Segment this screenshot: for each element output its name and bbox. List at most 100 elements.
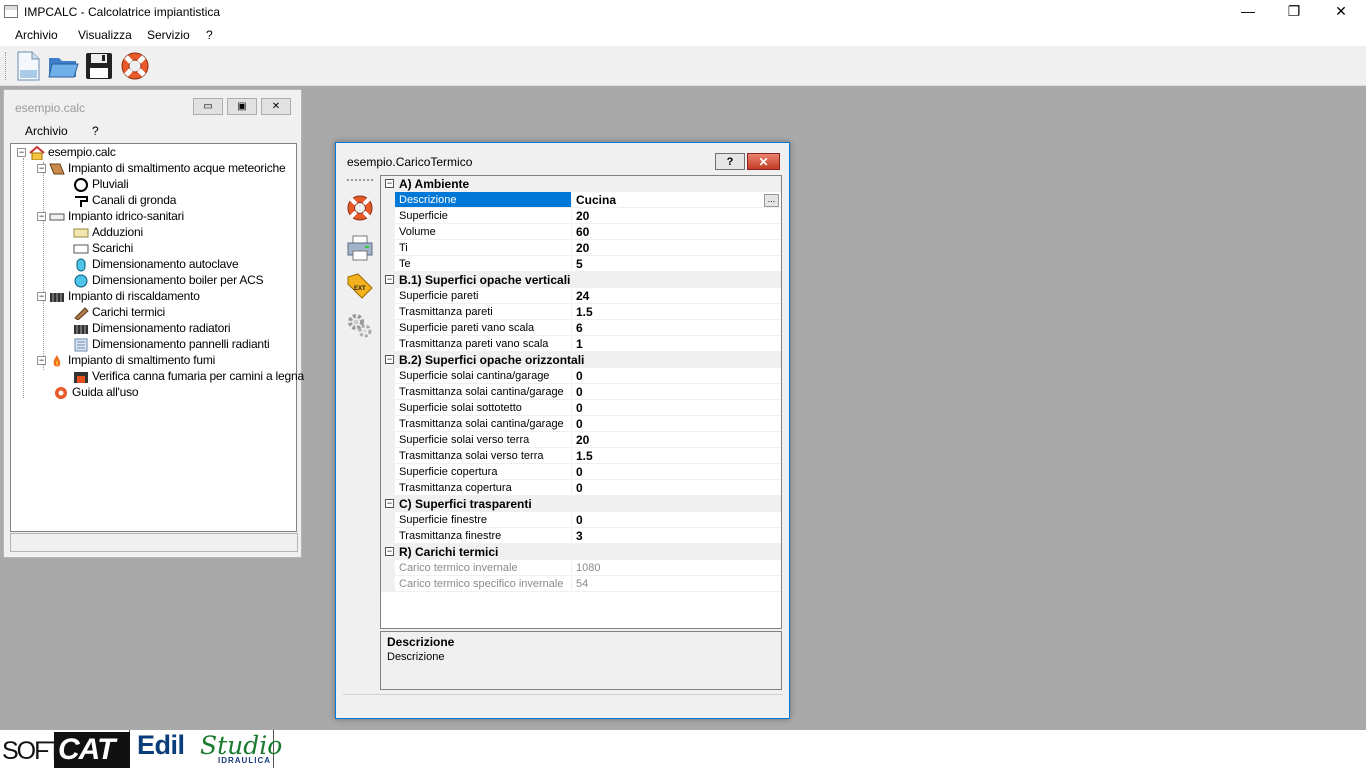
settings-gears-icon[interactable] [345, 311, 375, 341]
explorer-menu-archivio[interactable]: Archivio [25, 124, 68, 138]
category-opache-verticali[interactable]: − B.1) Superfici opache verticali [381, 272, 781, 288]
explorer-title: esempio.calc [15, 101, 86, 115]
tree-item-acque-meteoriche[interactable]: − Impianto di smaltimento acque meteorich… [37, 160, 286, 176]
collapse-toggle[interactable]: − [385, 547, 394, 556]
prop-name: Descrizione [395, 192, 572, 208]
prop-superficie-solai-sottotetto[interactable]: Superficie solai sottotetto 0 [381, 400, 781, 416]
restore-button[interactable]: ❐ [1271, 0, 1317, 22]
prop-value-input[interactable]: 0 [573, 512, 781, 528]
tree-root[interactable]: − esempio.calc [17, 144, 116, 160]
category-opache-orizzontali[interactable]: − B.2) Superfici opache orizzontali [381, 352, 781, 368]
collapse-toggle[interactable]: − [37, 292, 46, 302]
ellipsis-button[interactable]: ... [764, 194, 779, 207]
new-file-icon[interactable] [12, 50, 44, 82]
prop-te[interactable]: Te 5 [381, 256, 781, 272]
tree-item-adduzioni[interactable]: Adduzioni [73, 224, 143, 240]
menu-help[interactable]: ? [206, 28, 213, 42]
prop-value-input[interactable]: 20 [573, 208, 781, 224]
collapse-toggle[interactable]: − [385, 179, 394, 188]
prop-value-input[interactable]: 20 [573, 240, 781, 256]
prop-trasmittanza-solai-cantina[interactable]: Trasmittanza solai cantina/garage 0 [381, 384, 781, 400]
prop-value-input[interactable]: 0 [573, 416, 781, 432]
export-tag-icon[interactable]: EXT [345, 271, 375, 301]
prop-trasmittanza-pareti[interactable]: Trasmittanza pareti 1.5 [381, 304, 781, 320]
category-ambiente[interactable]: − A) Ambiente [381, 176, 781, 192]
menu-archivio[interactable]: Archivio [15, 28, 58, 42]
prop-superficie-pareti-vano-scala[interactable]: Superficie pareti vano scala 6 [381, 320, 781, 336]
tree-item-idrico-sanitari[interactable]: − Impianto idrico-sanitari [37, 208, 184, 224]
prop-value-input[interactable]: 6 [573, 320, 781, 336]
prop-trasmittanza-finestre[interactable]: Trasmittanza finestre 3 [381, 528, 781, 544]
tree-item-guida[interactable]: Guida all'uso [53, 384, 139, 400]
property-grid: − A) Ambiente Descrizione Cucina ... Super… [380, 175, 782, 629]
menu-servizio[interactable]: Servizio [147, 28, 190, 42]
tree-item-smaltimento-fumi[interactable]: − Impianto di smaltimento fumi [37, 352, 215, 368]
prop-volume[interactable]: Volume 60 [381, 224, 781, 240]
prop-superficie-solai-cantina[interactable]: Superficie solai cantina/garage 0 [381, 368, 781, 384]
tree-item-carichi-termici[interactable]: Carichi termici [73, 304, 165, 320]
tree-item-pluviali[interactable]: Pluviali [73, 176, 129, 192]
prop-descrizione[interactable]: Descrizione Cucina ... [381, 192, 781, 208]
tree-item-canna-fumaria[interactable]: Verifica canna fumaria per camini a legn… [73, 368, 304, 384]
prop-trasmittanza-copertura[interactable]: Trasmittanza copertura 0 [381, 480, 781, 496]
collapse-toggle[interactable]: − [37, 356, 46, 366]
explorer-menu-help[interactable]: ? [92, 124, 99, 138]
collapse-toggle[interactable]: − [37, 212, 46, 222]
prop-value-input[interactable]: 20 [573, 432, 781, 448]
category-label: A) Ambiente [399, 177, 470, 191]
prop-value-input[interactable]: 3 [573, 528, 781, 544]
prop-trasmittanza-pareti-vano-scala[interactable]: Trasmittanza pareti vano scala 1 [381, 336, 781, 352]
prop-superficie-finestre[interactable]: Superficie finestre 0 [381, 512, 781, 528]
tree-item-boiler-acs[interactable]: Dimensionamento boiler per ACS [73, 272, 264, 288]
tree-item-scarichi[interactable]: Scarichi [73, 240, 133, 256]
prop-carico-termico-specifico: Carico termico specifico invernale 54 [381, 576, 781, 592]
tree-label: Dimensionamento autoclave [92, 257, 239, 271]
prop-value-input[interactable]: 1.5 [573, 304, 781, 320]
prop-value-input[interactable]: 0 [573, 384, 781, 400]
prop-superficie[interactable]: Superficie 20 [381, 208, 781, 224]
prop-value-input[interactable]: Cucina [573, 192, 781, 208]
prop-trasmittanza-solai-terra[interactable]: Trasmittanza solai verso terra 1.5 [381, 448, 781, 464]
prop-value-input[interactable]: 0 [573, 464, 781, 480]
help-lifebuoy-icon[interactable] [345, 193, 375, 223]
category-carichi-termici[interactable]: − R) Carichi termici [381, 544, 781, 560]
explorer-minimize-button[interactable]: ▭ [193, 98, 223, 115]
dialog-help-button[interactable]: ? [715, 153, 745, 170]
category-trasparenti[interactable]: − C) Superfici trasparenti [381, 496, 781, 512]
prop-superficie-pareti[interactable]: Superficie pareti 24 [381, 288, 781, 304]
close-button[interactable]: ✕ [1318, 0, 1364, 22]
collapse-toggle[interactable]: − [385, 355, 394, 364]
print-icon[interactable] [345, 233, 375, 263]
explorer-restore-button[interactable]: ▣ [227, 98, 257, 115]
explorer-close-button[interactable]: ✕ [261, 98, 291, 115]
prop-value-input[interactable]: 60 [573, 224, 781, 240]
minimize-button[interactable]: — [1225, 0, 1271, 22]
tree-item-pannelli-radianti[interactable]: Dimensionamento pannelli radianti [73, 336, 270, 352]
prop-ti[interactable]: Ti 20 [381, 240, 781, 256]
collapse-toggle[interactable]: − [385, 499, 394, 508]
prop-value-input[interactable]: 5 [573, 256, 781, 272]
prop-value-input[interactable]: 0 [573, 480, 781, 496]
main-menubar: Archivio Visualizza Servizio ? [0, 24, 1366, 46]
prop-superficie-copertura[interactable]: Superficie copertura 0 [381, 464, 781, 480]
collapse-toggle[interactable]: − [385, 275, 394, 284]
help-lifebuoy-icon[interactable] [119, 50, 151, 82]
prop-value-input[interactable]: 1.5 [573, 448, 781, 464]
open-folder-icon[interactable] [47, 50, 79, 82]
tree-item-canali-gronda[interactable]: Canali di gronda [73, 192, 176, 208]
tree-item-autoclave[interactable]: Dimensionamento autoclave [73, 256, 239, 272]
tree-item-riscaldamento[interactable]: − Impianto di riscaldamento [37, 288, 200, 304]
collapse-toggle[interactable]: − [37, 164, 46, 174]
save-icon[interactable] [83, 50, 115, 82]
prop-superficie-solai-terra[interactable]: Superficie solai verso terra 20 [381, 432, 781, 448]
prop-value-input[interactable]: 0 [573, 400, 781, 416]
prop-value-input[interactable]: 24 [573, 288, 781, 304]
prop-value-input[interactable]: 1 [573, 336, 781, 352]
prop-name: Superficie solai cantina/garage [395, 368, 572, 384]
tree-item-radiatori[interactable]: Dimensionamento radiatori [73, 320, 231, 336]
prop-trasmittanza-solai-cantina-2[interactable]: Trasmittanza solai cantina/garage 0 [381, 416, 781, 432]
menu-visualizza[interactable]: Visualizza [78, 28, 132, 42]
dialog-close-button[interactable]: ✕ [747, 153, 780, 170]
prop-value-input[interactable]: 0 [573, 368, 781, 384]
collapse-toggle[interactable]: − [17, 148, 26, 158]
